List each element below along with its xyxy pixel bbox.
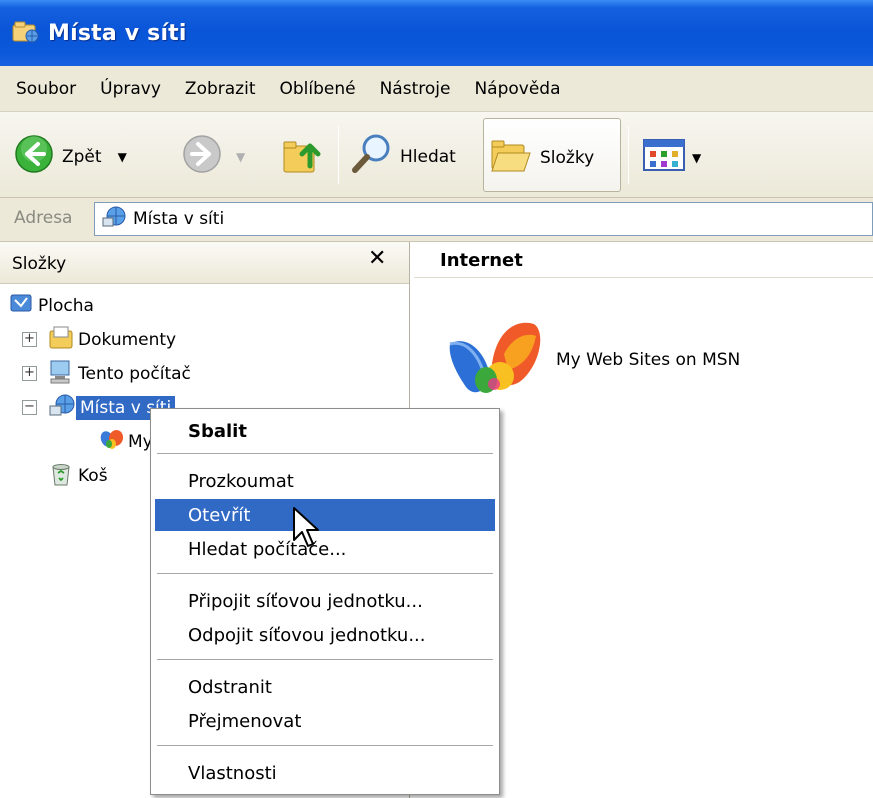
toolbar-separator [628, 126, 629, 184]
tree-item-recycle-bin[interactable]: Koš [48, 460, 112, 492]
menu-item-delete[interactable]: Odstranit [155, 671, 495, 703]
network-icon [48, 393, 76, 424]
toolbar: Zpět ▼ ▼ Hledat Složky ▼ [0, 112, 873, 198]
expand-icon[interactable]: + [22, 332, 37, 347]
back-label: Zpět [62, 146, 102, 167]
views-button[interactable]: ▼ [642, 138, 701, 177]
tree-item-documents[interactable]: Dokumenty [48, 324, 180, 356]
tree-item-my-computer[interactable]: Tento počítač [48, 358, 195, 390]
search-magnifier-icon [350, 132, 394, 181]
menu-item-search-computers[interactable]: Hledat počítače... [155, 533, 495, 565]
forward-button[interactable]: ▼ [182, 134, 245, 179]
menu-item-disconnect-drive[interactable]: Odpojit síťovou jednotku... [155, 619, 495, 651]
search-button[interactable]: Hledat [350, 132, 456, 181]
forward-dropdown-icon[interactable]: ▼ [236, 150, 245, 164]
menu-bar: Soubor Úpravy Zobrazit Oblíbené Nástroje… [0, 66, 873, 112]
documents-icon [48, 325, 74, 356]
forward-arrow-icon [182, 134, 222, 179]
toolbar-separator [338, 126, 339, 184]
folders-button[interactable]: Složky [483, 118, 621, 192]
tree-item-desktop[interactable]: Plocha [10, 290, 98, 322]
title-bar: Místa v síti [0, 0, 873, 66]
menu-item-open[interactable]: Otevřít [155, 499, 495, 531]
folders-icon [490, 135, 534, 180]
back-arrow-icon [14, 134, 54, 179]
menu-view[interactable]: Zobrazit [175, 66, 266, 111]
content-item-label: My Web Sites on MSN [556, 350, 741, 370]
tree-label: Koš [78, 466, 108, 486]
up-folder-icon [282, 132, 324, 181]
menu-item-rename[interactable]: Přejmenovat [155, 705, 495, 737]
menu-file[interactable]: Soubor [6, 66, 86, 111]
window-title: Místa v síti [48, 20, 187, 46]
address-label: Adresa [14, 208, 73, 228]
address-bar: Adresa Místa v síti [0, 198, 873, 242]
tree-label: Tento počítač [78, 364, 191, 384]
menu-separator [157, 573, 493, 574]
content-item-msn[interactable]: My Web Sites on MSN [442, 314, 740, 406]
group-title: Internet [440, 250, 523, 271]
menu-item-properties[interactable]: Vlastnosti [155, 757, 495, 789]
folders-label: Složky [540, 147, 595, 168]
menu-help[interactable]: Nápověda [464, 66, 570, 111]
search-label: Hledat [400, 146, 456, 167]
tree-label: Plocha [38, 296, 94, 316]
menu-separator [157, 453, 493, 454]
menu-item-explore[interactable]: Prozkoumat [155, 465, 495, 497]
network-places-icon [12, 21, 40, 45]
menu-item-map-drive[interactable]: Připojit síťovou jednotku... [155, 585, 495, 617]
menu-edit[interactable]: Úpravy [90, 66, 171, 111]
menu-item-collapse[interactable]: Sbalit [155, 415, 495, 447]
context-menu: Sbalit Prozkoumat Otevřít Hledat počítač… [150, 408, 500, 795]
menu-separator [157, 745, 493, 746]
tree-label: Dokumenty [78, 330, 177, 350]
menu-favorites[interactable]: Oblíbené [269, 66, 365, 111]
recycle-bin-icon [48, 461, 74, 492]
address-value: Místa v síti [133, 209, 225, 229]
mouse-cursor-icon [292, 506, 322, 550]
menu-separator [157, 659, 493, 660]
msn-butterfly-icon [100, 429, 124, 456]
views-dropdown-icon[interactable]: ▼ [692, 151, 701, 165]
up-button[interactable] [282, 132, 324, 181]
msn-butterfly-icon [442, 314, 546, 406]
menu-tools[interactable]: Nástroje [370, 66, 461, 111]
content-group-header: Internet [414, 242, 873, 278]
computer-icon [48, 359, 74, 390]
folder-pane-title: Složky [12, 254, 67, 274]
back-button[interactable]: Zpět ▼ [14, 134, 127, 179]
address-field[interactable]: Místa v síti [94, 202, 873, 236]
close-icon[interactable]: ✕ [368, 246, 386, 271]
expand-icon[interactable]: + [22, 366, 37, 381]
tree-item-msn[interactable]: My [100, 426, 157, 458]
back-dropdown-icon[interactable]: ▼ [118, 150, 127, 164]
views-icon [642, 138, 692, 177]
desktop-icon [10, 292, 34, 321]
collapse-icon[interactable]: − [22, 400, 37, 415]
folder-pane-header: Složky ✕ [0, 242, 409, 284]
network-icon [101, 204, 127, 234]
